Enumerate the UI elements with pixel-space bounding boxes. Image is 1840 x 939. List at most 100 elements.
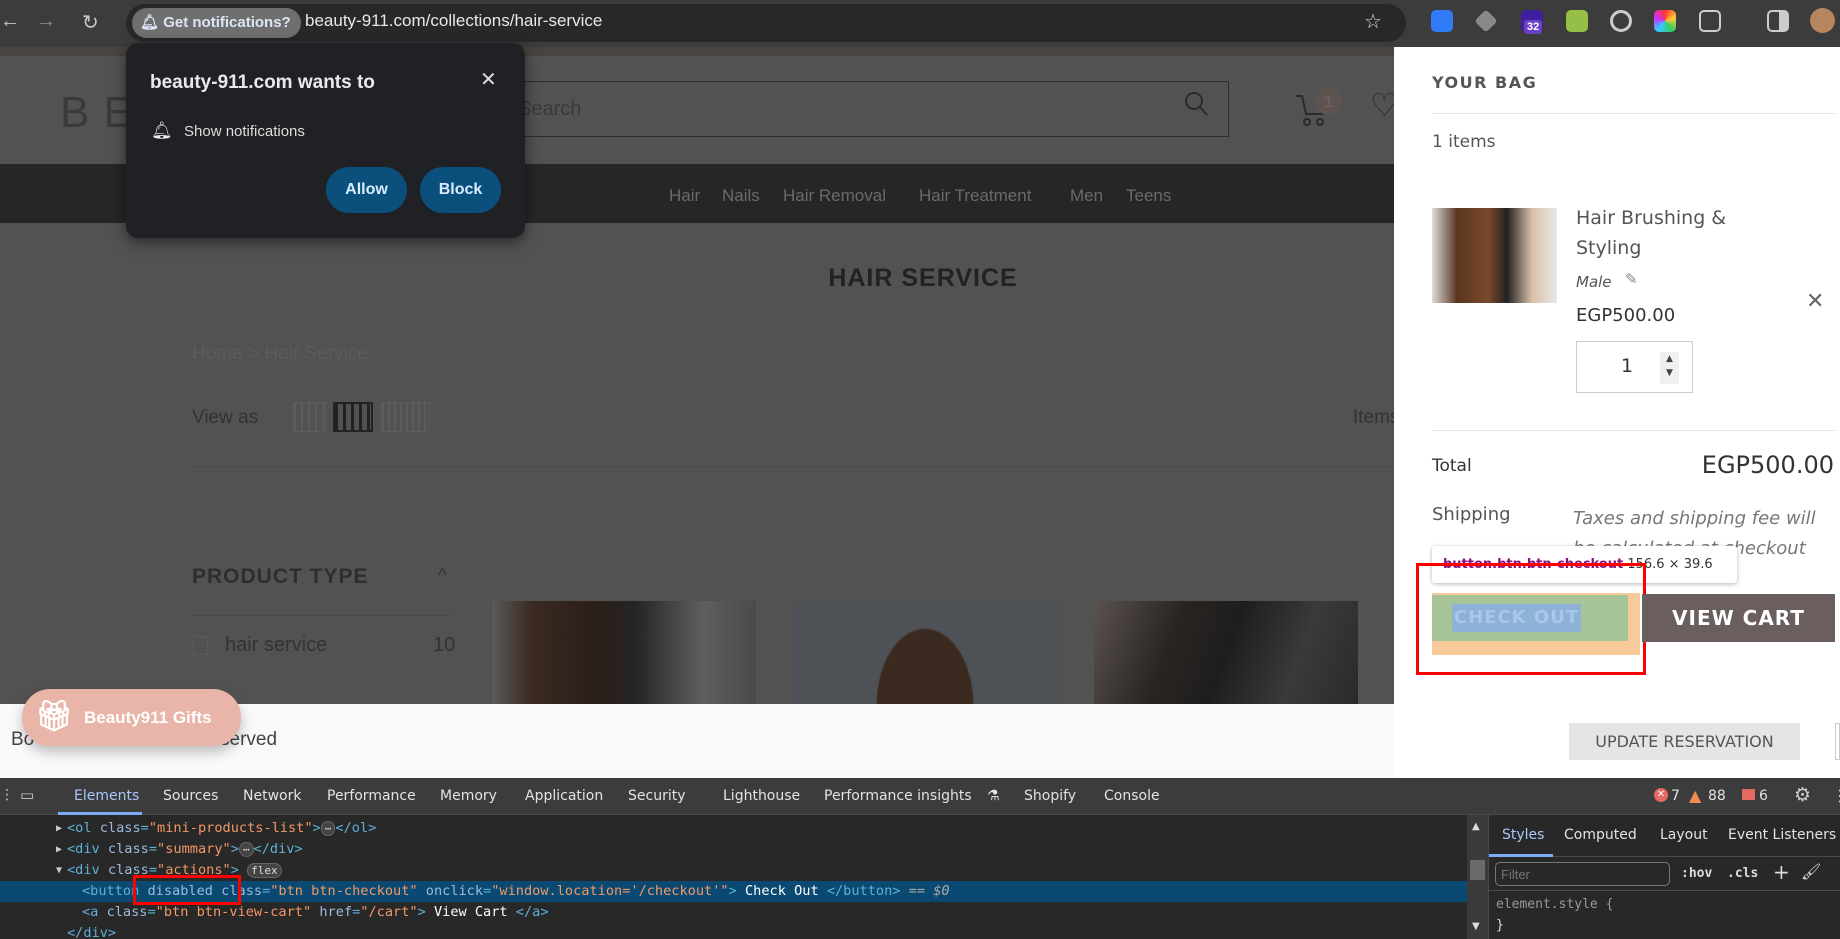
settings-gear-icon[interactable]: ⚙ <box>1794 784 1811 806</box>
tab-console[interactable]: Console <box>1104 788 1160 804</box>
search-icon[interactable] <box>1183 90 1209 118</box>
tab-lighthouse[interactable]: Lighthouse <box>723 788 800 804</box>
code-token-tag: <a <box>82 904 107 920</box>
back-icon[interactable]: ← <box>0 10 20 33</box>
hov-toggle[interactable]: :hov <box>1681 866 1712 881</box>
nav-hair-treatment[interactable]: Hair Treatment <box>919 186 1031 206</box>
divider <box>192 466 1394 467</box>
element-style-rule[interactable]: element.style { <box>1496 897 1613 912</box>
extension-icon[interactable] <box>1431 10 1453 32</box>
block-button[interactable]: Block <box>420 167 501 213</box>
extension-icon[interactable] <box>1654 10 1676 32</box>
edit-variant-icon[interactable]: ✎ <box>1625 270 1638 288</box>
nav-nails[interactable]: Nails <box>722 186 760 206</box>
nav-hair-removal[interactable]: Hair Removal <box>783 186 886 206</box>
code-token-ell[interactable]: ⋯ <box>320 821 336 836</box>
expand-arrow-icon[interactable]: ▶ <box>56 818 62 839</box>
avatar[interactable] <box>1810 8 1835 33</box>
quantity-stepper[interactable]: 1 ▲ ▼ <box>1576 341 1693 393</box>
expand-arrow-icon[interactable]: ▶ <box>56 839 62 860</box>
product-image[interactable] <box>1094 601 1358 705</box>
remove-item-icon[interactable]: ✕ <box>1806 289 1824 314</box>
grid-5-columns-button[interactable] <box>381 402 430 432</box>
gifts-label: Beauty911 Gifts <box>84 708 212 727</box>
divider <box>1432 430 1836 431</box>
nav-teens[interactable]: Teens <box>1126 186 1171 206</box>
tab-network[interactable]: Network <box>243 788 301 804</box>
tab-memory[interactable]: Memory <box>440 788 497 804</box>
url-text[interactable]: beauty-911.com/collections/hair-service <box>305 11 602 31</box>
grid-4-columns-button[interactable] <box>333 402 373 432</box>
styles-filter-input[interactable] <box>1495 862 1670 886</box>
breadcrumb-separator: > <box>247 343 260 364</box>
tab-computed[interactable]: Computed <box>1564 827 1637 843</box>
tab-security[interactable]: Security <box>628 788 686 804</box>
cart-item-image[interactable] <box>1432 208 1557 303</box>
cart-item-count: 1 items <box>1432 132 1496 152</box>
code-token-val: "summary" <box>157 841 231 857</box>
code-token-tag: > <box>312 820 321 836</box>
sidepanel-icon[interactable] <box>1767 10 1789 32</box>
nav-hair[interactable]: Hair <box>669 186 700 206</box>
code-token-ell[interactable]: ⋯ <box>238 842 254 857</box>
shopify-extension-icon[interactable] <box>1566 10 1588 32</box>
product-image[interactable] <box>793 601 1057 705</box>
quantity-spin-icon[interactable]: ▲ ▼ <box>1660 352 1679 384</box>
clipped-button[interactable] <box>1835 723 1840 760</box>
code-token-ell[interactable]: flex <box>247 863 282 878</box>
dom-node[interactable]: ▶ <div class="summary"> ⋯ </div> <box>0 839 1467 860</box>
notification-chip[interactable]: 🔔︎ Get notifications? <box>132 8 301 38</box>
inspect-element-icon[interactable]: ⋮ <box>0 787 14 803</box>
tab-performance-insights[interactable]: Performance insights <box>824 788 972 804</box>
allow-button[interactable]: Allow <box>326 167 407 213</box>
view-cart-button[interactable]: VIEW CART <box>1642 594 1835 642</box>
warning-icon[interactable]: ▲ <box>1689 786 1701 805</box>
gifts-button[interactable]: 🎁︎ Beauty911 Gifts <box>22 689 241 746</box>
dom-node[interactable]: ▶ <ol class="mini-products-list"> ⋯ </ol> <box>0 818 1467 839</box>
dom-scrollbar[interactable]: ▲ ▼ <box>1467 815 1488 939</box>
nav-men[interactable]: Men <box>1070 186 1103 206</box>
filter-option-label[interactable]: hair service <box>225 634 327 657</box>
scrollbar-thumb[interactable] <box>1470 860 1485 880</box>
tab-styles[interactable]: Styles <box>1502 827 1544 843</box>
new-style-rule-icon[interactable]: + <box>1773 860 1790 884</box>
bookmark-star-icon[interactable]: ☆ <box>1364 9 1382 34</box>
close-icon[interactable]: ✕ <box>480 67 497 92</box>
chip-label: Get notifications? <box>163 14 291 31</box>
cart-item-name-line2[interactable]: Styling <box>1576 237 1641 259</box>
puzzle-icon[interactable] <box>1699 10 1721 32</box>
device-toolbar-icon[interactable]: ▭ <box>20 786 34 804</box>
scroll-down-icon[interactable]: ▼ <box>1472 921 1480 932</box>
breadcrumb-home[interactable]: Home <box>192 343 243 364</box>
tab-event-listeners[interactable]: Event Listeners <box>1728 827 1836 843</box>
grammarly-extension-icon[interactable] <box>1610 10 1632 32</box>
issues-icon[interactable] <box>1742 789 1755 800</box>
tab-application[interactable]: Application <box>525 788 603 804</box>
error-count[interactable]: 7 <box>1671 788 1680 804</box>
dom-node[interactable]: </div> <box>0 923 1467 939</box>
update-reservation-button[interactable]: UPDATE RESERVATION <box>1569 723 1800 760</box>
tab-shopify[interactable]: Shopify <box>1024 788 1076 804</box>
tab-sources[interactable]: Sources <box>163 788 218 804</box>
product-image[interactable] <box>492 601 756 705</box>
paint-brush-icon[interactable]: 🖌︎ <box>1801 862 1821 881</box>
cart-item-name[interactable]: Hair Brushing & <box>1576 207 1726 229</box>
filter-checkbox[interactable] <box>193 636 208 655</box>
forward-icon[interactable]: → <box>36 10 56 33</box>
search-input[interactable] <box>505 81 1229 137</box>
error-icon[interactable]: ✕ <box>1654 788 1668 802</box>
tab-performance[interactable]: Performance <box>327 788 416 804</box>
expand-arrow-open-icon[interactable]: ▼ <box>56 860 62 881</box>
issues-count[interactable]: 6 <box>1759 788 1768 804</box>
collapse-chevron-icon[interactable]: ^ <box>438 565 446 586</box>
reload-icon[interactable]: ↻ <box>82 10 99 35</box>
warning-count[interactable]: 88 <box>1708 788 1726 804</box>
more-options-icon[interactable]: ⋮ <box>1832 786 1840 805</box>
tab-layout[interactable]: Layout <box>1660 827 1708 843</box>
dom-node[interactable]: <a class="btn btn-view-cart" href="/cart… <box>0 902 1467 923</box>
tab-elements[interactable]: Elements <box>74 788 139 804</box>
scroll-up-icon[interactable]: ▲ <box>1472 821 1480 832</box>
extension-icon[interactable] <box>1474 9 1498 33</box>
cls-toggle[interactable]: .cls <box>1727 866 1758 881</box>
grid-3-columns-button[interactable] <box>293 402 326 432</box>
